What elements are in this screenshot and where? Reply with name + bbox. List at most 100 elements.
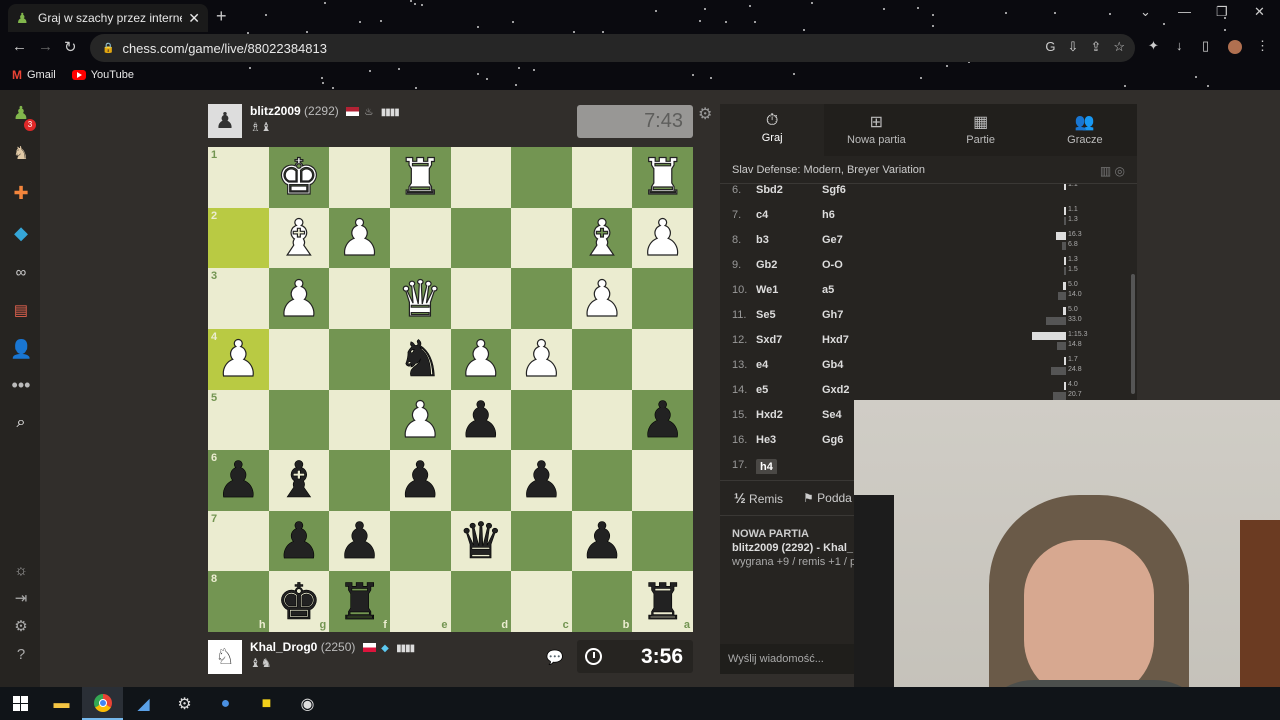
board-square[interactable]: b	[571, 571, 633, 632]
restore-button[interactable]: ❐	[1216, 4, 1228, 20]
board-square[interactable]: ♝	[571, 207, 633, 269]
play-icon[interactable]: ♞	[10, 142, 32, 164]
board-square[interactable]: ♟	[571, 510, 633, 572]
chrome-icon[interactable]	[82, 687, 123, 720]
compass-icon[interactable]: ◎	[1115, 164, 1125, 178]
board-square[interactable]: ♟	[632, 207, 693, 269]
opening-name[interactable]: Slav Defense: Modern, Breyer Variation	[732, 164, 925, 176]
watch-icon[interactable]: ∞	[10, 262, 32, 284]
browser-app-icon[interactable]: ●	[205, 687, 246, 720]
logout-icon[interactable]: ⇥	[10, 588, 32, 610]
board-square[interactable]: ♟	[632, 389, 693, 451]
chat-icon[interactable]: 💬	[546, 649, 563, 666]
black-move[interactable]: Gg6	[822, 434, 843, 446]
white-pawn-icon[interactable]: ♟	[640, 208, 686, 268]
black-move[interactable]: a5	[822, 284, 834, 296]
bookmark-star-icon[interactable]: ☆	[1113, 39, 1125, 55]
social-icon[interactable]: 👤	[10, 338, 32, 360]
board-square[interactable]: ♜	[389, 147, 451, 208]
black-move[interactable]: Ge7	[822, 234, 843, 246]
white-pawn-icon[interactable]: ♟	[337, 208, 383, 268]
board-square[interactable]	[511, 389, 572, 451]
board-settings-icon[interactable]: ⚙	[698, 104, 712, 124]
board-square[interactable]: f ♜	[329, 571, 390, 632]
black-move[interactable]: Gxd2	[822, 384, 850, 396]
white-move[interactable]: Hxd2	[756, 409, 783, 421]
board-square[interactable]	[571, 450, 633, 511]
minimize-button[interactable]: —	[1178, 4, 1191, 19]
black-pawn-icon[interactable]: ♟	[579, 511, 624, 571]
board-square[interactable]: ♞	[389, 328, 451, 390]
reload-icon[interactable]: ↻	[64, 38, 77, 56]
board-square[interactable]	[450, 450, 512, 511]
move-list-scrollbar[interactable]	[1131, 274, 1135, 394]
white-move[interactable]: b3	[756, 234, 769, 246]
board-square[interactable]: ♟	[450, 328, 512, 390]
black-pawn-icon[interactable]: ♟	[216, 450, 261, 510]
side-panel-icon[interactable]: ▯	[1202, 38, 1209, 54]
new-game-players[interactable]: blitz2009 (2292) - Khal_	[732, 542, 856, 554]
white-move[interactable]: c4	[756, 209, 768, 221]
white-move[interactable]: Sxd7	[756, 334, 782, 346]
board-square[interactable]: ♛	[389, 268, 451, 329]
board-square[interactable]: 6 ♟	[208, 450, 269, 511]
board-square[interactable]: 1	[208, 147, 269, 208]
close-window-button[interactable]: ✕	[1254, 4, 1265, 20]
black-king-icon[interactable]: ♚	[276, 572, 321, 632]
white-bishop-icon[interactable]: ♝	[579, 208, 625, 268]
board-square[interactable]: ♟	[389, 389, 451, 451]
black-rook-icon[interactable]: ♜	[640, 572, 685, 632]
browser-tab[interactable]: ♟ Graj w szachy przez internet ze s ✕	[8, 4, 208, 32]
settings-icon[interactable]: ⚙	[10, 616, 32, 638]
extensions-icon[interactable]: ✦	[1148, 38, 1159, 54]
board-square[interactable]	[329, 147, 390, 208]
chess-board[interactable]: 1 ♚ ♜ ♜ 2 ♝ ♟ ♝ ♟ 3 ♟ ♛ ♟ 4 ♟ ♞ ♟ ♟ 5 ♟ ♟ ♟ 6 ♟ ♝ ♟ ♟ 7 ♟ ♟ ♛ ♟ 8 h g ♚ f ♜ e d…	[208, 147, 693, 632]
board-square[interactable]: ♟	[268, 510, 330, 572]
white-bishop-icon[interactable]: ♝	[276, 208, 322, 268]
share-icon[interactable]: ⇪	[1090, 39, 1101, 55]
white-move[interactable]: Se5	[756, 309, 776, 321]
board-square[interactable]: ♛	[450, 510, 512, 572]
board-square[interactable]: ♝	[268, 450, 330, 511]
black-move[interactable]: h6	[822, 209, 835, 221]
white-move[interactable]: He3	[756, 434, 776, 446]
more-icon[interactable]: •••	[10, 374, 32, 396]
black-pawn-icon[interactable]: ♟	[458, 390, 503, 450]
board-square[interactable]: a ♜	[632, 571, 693, 632]
bookmark-gmail[interactable]: M Gmail	[12, 68, 56, 82]
sticky-notes-icon[interactable]: ■	[246, 687, 287, 720]
board-square[interactable]	[571, 389, 633, 451]
player-avatar[interactable]: ♘	[208, 640, 242, 674]
white-rook-icon[interactable]: ♜	[640, 147, 686, 207]
board-square[interactable]	[329, 328, 390, 390]
file-explorer-icon[interactable]: ▬	[41, 687, 82, 720]
menu-icon[interactable]: ⋮	[1256, 38, 1269, 54]
white-queen-icon[interactable]: ♛	[397, 269, 443, 329]
board-square[interactable]	[511, 510, 572, 572]
white-move[interactable]: e4	[756, 359, 768, 371]
profile-avatar[interactable]	[1228, 40, 1242, 54]
board-square[interactable]	[632, 328, 693, 390]
board-square[interactable]: c	[511, 571, 572, 632]
puzzles-icon[interactable]: ✚	[10, 182, 32, 204]
board-square[interactable]	[511, 147, 572, 208]
board-square[interactable]: ♟	[329, 207, 390, 269]
white-king-icon[interactable]: ♚	[276, 147, 322, 207]
white-move[interactable]: Sbd2	[756, 184, 783, 196]
tab-games[interactable]: ▦ Partie	[929, 104, 1033, 156]
board-square[interactable]	[329, 450, 390, 511]
board-square[interactable]: 4 ♟	[208, 328, 269, 390]
black-move[interactable]: Gb4	[822, 359, 843, 371]
theme-icon[interactable]: ☼	[10, 560, 32, 582]
black-knight-icon[interactable]: ♞	[397, 329, 442, 389]
opponent-avatar[interactable]: ♟	[208, 104, 242, 138]
board-square[interactable]	[632, 510, 693, 572]
new-tab-button[interactable]: +	[216, 6, 227, 27]
draw-button[interactable]: ½ Remis	[734, 490, 783, 506]
address-bar[interactable]: 🔒 chess.com/game/live/88022384813 G ⇩ ⇪ …	[90, 34, 1135, 62]
board-square[interactable]	[450, 268, 512, 329]
black-move[interactable]: O-O	[822, 259, 843, 271]
book-icon[interactable]: ▥	[1100, 164, 1111, 178]
board-square[interactable]: 2	[208, 207, 269, 269]
tab-new-game[interactable]: ⊞ Nowa partia	[824, 104, 928, 156]
